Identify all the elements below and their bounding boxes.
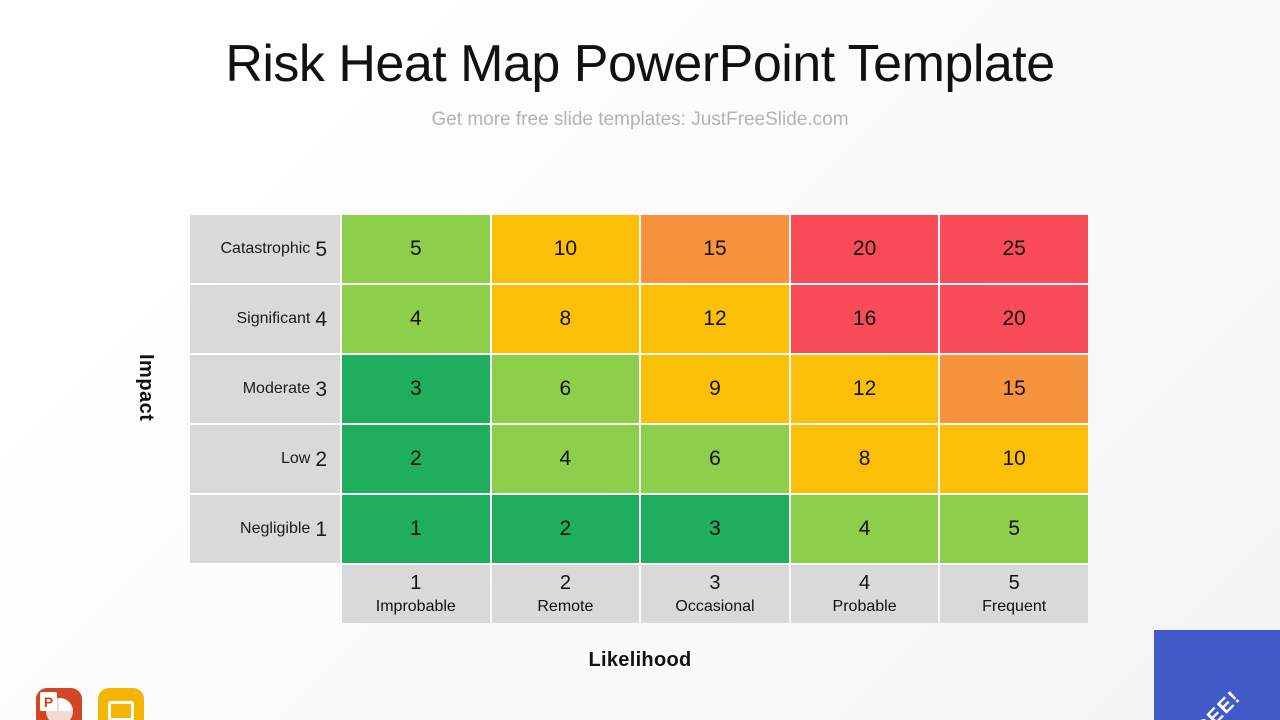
heatmap-row: Low 2 2 4 6 8 10 xyxy=(190,425,1088,493)
likelihood-column-name: Occasional xyxy=(675,598,755,616)
likelihood-column-score: 3 xyxy=(709,572,721,595)
heatmap-cell[interactable]: 16 xyxy=(790,285,939,353)
impact-row-score: 2 xyxy=(315,447,327,471)
impact-row-score: 5 xyxy=(315,237,327,261)
heatmap-cell[interactable]: 20 xyxy=(790,215,939,283)
heatmap-cell[interactable]: 25 xyxy=(940,215,1088,283)
heatmap-cell[interactable]: 4 xyxy=(491,425,640,493)
slides-frame-glyph xyxy=(108,701,134,720)
impact-row-label-negligible: Negligible 1 xyxy=(190,495,340,563)
impact-row-label-text: Low xyxy=(280,450,311,467)
heatmap-cell[interactable]: 2 xyxy=(491,495,640,563)
impact-row-label-low: Low 2 xyxy=(190,425,340,493)
impact-row-score: 1 xyxy=(315,517,327,541)
impact-row-score: 4 xyxy=(315,307,327,331)
heatmap-cell[interactable]: 15 xyxy=(641,215,789,283)
heatmap-cell[interactable]: 6 xyxy=(491,355,640,423)
powerpoint-letter: P xyxy=(40,692,57,711)
google-slides-icon[interactable] xyxy=(98,688,144,720)
risk-heat-map-matrix: Catastrophic 5 5 10 15 20 25 Significant 4 4 8 12 16… xyxy=(190,215,1088,623)
heatmap-cell[interactable]: 5 xyxy=(342,215,490,283)
page-title: Risk Heat Map PowerPoint Template xyxy=(225,35,1055,93)
heatmap-cell[interactable]: 4 xyxy=(342,285,490,353)
heatmap-cell[interactable]: 15 xyxy=(940,355,1088,423)
free-ribbon-label: FREE! xyxy=(1182,686,1246,720)
heatmap-row: Significant 4 4 8 12 16 20 xyxy=(190,285,1088,353)
format-icons: P xyxy=(36,688,144,720)
impact-row-label-moderate: Moderate 3 xyxy=(190,355,340,423)
likelihood-column-label-occasional: 3 Occasional xyxy=(641,565,789,623)
impact-row-label-catastrophic: Catastrophic 5 xyxy=(190,215,340,283)
likelihood-column-label-remote: 2 Remote xyxy=(491,565,640,623)
matrix-corner-cell xyxy=(190,565,340,623)
likelihood-column-score: 5 xyxy=(1008,572,1020,595)
likelihood-column-score: 2 xyxy=(559,572,571,595)
likelihood-column-score: 1 xyxy=(410,572,422,595)
page-subtitle: Get more free slide templates: JustFreeS… xyxy=(431,109,849,131)
impact-row-label-text: Catastrophic xyxy=(220,240,311,257)
heatmap-cell[interactable]: 8 xyxy=(790,425,939,493)
impact-row-label-significant: Significant 4 xyxy=(190,285,340,353)
likelihood-column-label-frequent: 5 Frequent xyxy=(940,565,1088,623)
impact-row-label-text: Moderate xyxy=(242,380,311,397)
likelihood-column-label-improbable: 1 Improbable xyxy=(342,565,490,623)
likelihood-axis-label: Likelihood xyxy=(588,649,692,671)
likelihood-axis-row: 1 Improbable 2 Remote 3 Occasional 4 Probable 5 F… xyxy=(190,565,1088,623)
heatmap-cell[interactable]: 10 xyxy=(491,215,640,283)
impact-row-label-text: Negligible xyxy=(240,520,311,537)
heatmap-cell[interactable]: 20 xyxy=(940,285,1088,353)
powerpoint-icon[interactable]: P xyxy=(36,688,82,720)
heatmap-cell[interactable]: 2 xyxy=(342,425,490,493)
heatmap-cell[interactable]: 5 xyxy=(940,495,1088,563)
heatmap-cell[interactable]: 12 xyxy=(641,285,789,353)
likelihood-column-name: Probable xyxy=(832,598,897,616)
free-corner-ribbon: FREE! xyxy=(1154,630,1280,720)
heatmap-row: Catastrophic 5 5 10 15 20 25 xyxy=(190,215,1088,283)
likelihood-column-score: 4 xyxy=(859,572,871,595)
likelihood-column-name: Improbable xyxy=(375,598,456,616)
likelihood-column-label-probable: 4 Probable xyxy=(790,565,939,623)
impact-row-score: 3 xyxy=(315,377,327,401)
heatmap-cell[interactable]: 6 xyxy=(641,425,789,493)
likelihood-column-name: Frequent xyxy=(982,598,1047,616)
heatmap-cell[interactable]: 3 xyxy=(342,355,490,423)
heatmap-cell[interactable]: 8 xyxy=(491,285,640,353)
heatmap-cell[interactable]: 3 xyxy=(641,495,789,563)
heatmap-cell[interactable]: 10 xyxy=(940,425,1088,493)
heatmap-cell[interactable]: 1 xyxy=(342,495,490,563)
impact-axis-label: Impact xyxy=(135,354,157,422)
heatmap-row: Moderate 3 3 6 9 12 15 xyxy=(190,355,1088,423)
heatmap-cell[interactable]: 9 xyxy=(641,355,789,423)
heatmap-cell[interactable]: 4 xyxy=(790,495,939,563)
heatmap-cell[interactable]: 12 xyxy=(790,355,939,423)
likelihood-column-name: Remote xyxy=(537,598,594,616)
heatmap-row: Negligible 1 1 2 3 4 5 xyxy=(190,495,1088,563)
impact-row-label-text: Significant xyxy=(236,310,311,327)
